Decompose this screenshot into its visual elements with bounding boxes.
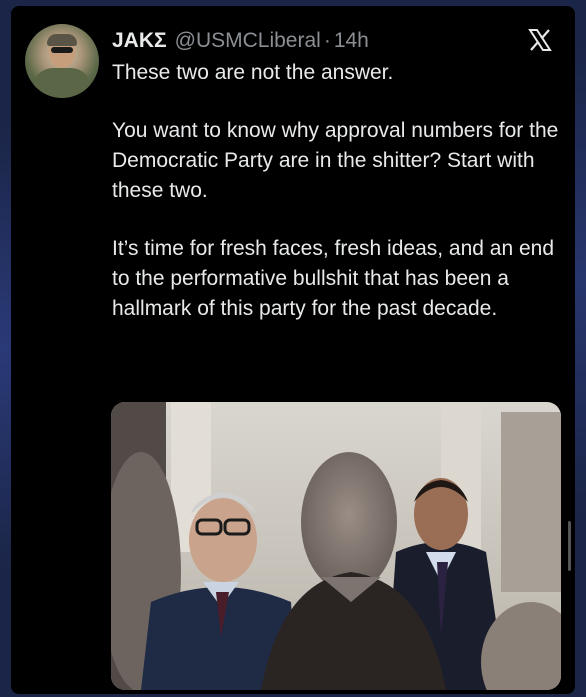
scrollbar[interactable] xyxy=(568,521,571,571)
avatar-uniform xyxy=(33,68,91,98)
profile-avatar[interactable] xyxy=(25,24,99,98)
timestamp[interactable]: 14h xyxy=(334,29,369,53)
x-logo-icon[interactable] xyxy=(527,27,553,53)
separator-dot: · xyxy=(323,29,331,52)
avatar-cap xyxy=(47,34,77,46)
display-name[interactable]: JAKΣ xyxy=(112,29,167,53)
user-handle[interactable]: @USMCLiberal xyxy=(175,29,321,53)
tweet-paragraph: You want to know why approval numbers fo… xyxy=(112,119,559,202)
tweet-card[interactable]: JAKΣ @USMCLiberal · 14h These two are no… xyxy=(11,6,575,694)
tweet-header: JAKΣ @USMCLiberal · 14h xyxy=(112,26,555,56)
tweet-body: These two are not the answer. You want t… xyxy=(112,58,562,352)
avatar-sunglasses xyxy=(51,47,73,53)
tweet-paragraph: These two are not the answer. xyxy=(112,61,394,84)
tweet-photo[interactable] xyxy=(111,402,561,690)
tweet-paragraph: It’s time for fresh faces, fresh ideas, … xyxy=(112,237,555,320)
